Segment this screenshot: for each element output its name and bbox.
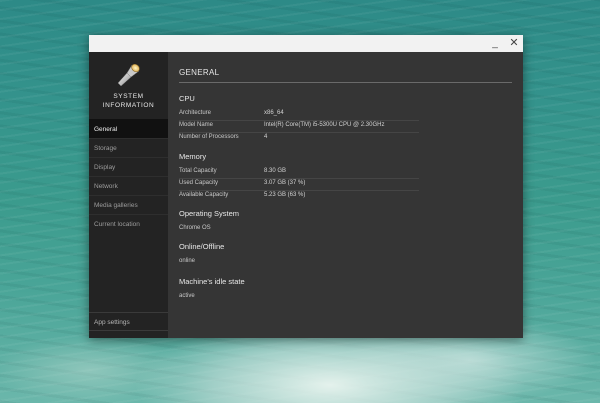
memory-used-row: Used Capacity 3.07 GB (37 %) xyxy=(179,179,419,191)
row-value: x86_64 xyxy=(264,110,284,116)
cpu-architecture-row: Architecture x86_64 xyxy=(179,109,419,121)
sidebar-item-network[interactable]: Network xyxy=(89,176,168,195)
memory-total-row: Total Capacity 8.30 GB xyxy=(179,167,419,179)
row-value: 3.07 GB (37 %) xyxy=(264,180,306,186)
title-divider xyxy=(179,82,512,83)
logo-line-2: INFORMATION xyxy=(102,102,155,109)
row-label: Available Capacity xyxy=(179,192,229,198)
system-information-window: _ ✕ SYSTEM INFORMATION General Storage D… xyxy=(89,35,523,338)
logo-line-1: SYSTEM xyxy=(113,93,144,100)
row-label: Number of Processors xyxy=(179,134,239,140)
cpu-processors-row: Number of Processors 4 xyxy=(179,133,419,144)
app-settings-button[interactable]: App settings xyxy=(89,312,168,331)
sidebar-item-general[interactable]: General xyxy=(89,119,168,138)
flashlight-icon xyxy=(117,63,140,86)
sidebar-item-media-galleries[interactable]: Media galleries xyxy=(89,195,168,214)
row-label: Used Capacity xyxy=(179,180,219,186)
close-icon[interactable]: ✕ xyxy=(506,35,522,52)
os-heading: Operating System xyxy=(179,209,240,218)
row-value: 8.30 GB xyxy=(264,168,287,174)
idle-heading: Machine's idle state xyxy=(179,277,245,286)
row-label: Model Name xyxy=(179,122,214,128)
row-value: 5.23 GB (63 %) xyxy=(264,192,306,198)
title-bar[interactable]: _ ✕ xyxy=(89,35,523,52)
os-value: Chrome OS xyxy=(179,225,211,231)
online-value: online xyxy=(179,258,196,264)
row-label: Architecture xyxy=(179,110,212,116)
cpu-model-row: Model Name Intel(R) Core(TM) i5-5300U CP… xyxy=(179,121,419,133)
row-value: 4 xyxy=(264,134,268,140)
row-label: Total Capacity xyxy=(179,168,217,174)
sidebar-item-display[interactable]: Display xyxy=(89,157,168,176)
minimize-icon[interactable]: _ xyxy=(487,35,503,52)
page-title: GENERAL xyxy=(179,68,220,77)
sidebar-item-current-location[interactable]: Current location xyxy=(89,214,168,233)
memory-available-row: Available Capacity 5.23 GB (63 %) xyxy=(179,191,419,202)
row-value: Intel(R) Core(TM) i5-5300U CPU @ 2.30GHz xyxy=(264,122,385,128)
app-logo-text: SYSTEM INFORMATION xyxy=(89,92,168,110)
sidebar-item-storage[interactable]: Storage xyxy=(89,138,168,157)
idle-value: active xyxy=(179,293,195,299)
app-logo: SYSTEM INFORMATION xyxy=(89,52,168,118)
sidebar: SYSTEM INFORMATION General Storage Displ… xyxy=(89,52,168,338)
main-content: GENERAL CPU Architecture x86_64 Model Na… xyxy=(179,52,513,338)
cpu-heading: CPU xyxy=(179,94,195,103)
memory-heading: Memory xyxy=(179,152,207,161)
online-heading: Online/Offline xyxy=(179,242,225,251)
sidebar-nav: General Storage Display Network Media ga… xyxy=(89,119,168,233)
